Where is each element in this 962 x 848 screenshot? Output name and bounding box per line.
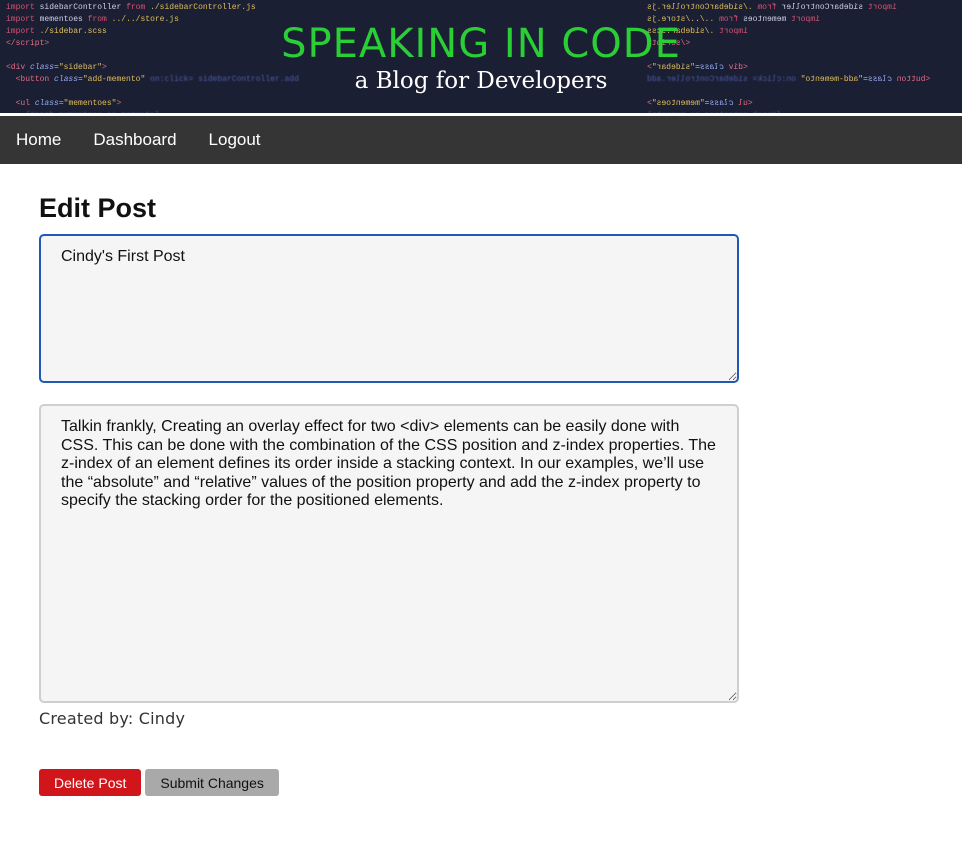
site-subtitle: a Blog for Developers	[354, 68, 608, 94]
post-content-input[interactable]: Talkin frankly, Creating an overlay effe…	[39, 404, 739, 703]
main-navbar: Home Dashboard Logout	[0, 116, 962, 164]
form-actions: Delete Post Submit Changes	[39, 769, 739, 796]
edit-post-form: Edit Post Cindy's First Post Talkin fran…	[39, 190, 739, 796]
site-title: SPEAKING IN CODE	[281, 21, 681, 67]
header-banner: import sidebarController from ./sidebarC…	[0, 0, 962, 113]
post-author-label: Created by: Cindy	[39, 709, 186, 728]
nav-link-logout[interactable]: Logout	[209, 130, 261, 150]
page-title: Edit Post	[39, 193, 157, 223]
nav-link-dashboard[interactable]: Dashboard	[93, 130, 176, 150]
nav-link-home[interactable]: Home	[16, 130, 61, 150]
delete-post-button[interactable]: Delete Post	[39, 769, 142, 796]
post-title-input[interactable]: Cindy's First Post	[39, 234, 739, 383]
submit-changes-button[interactable]: Submit Changes	[145, 769, 279, 796]
